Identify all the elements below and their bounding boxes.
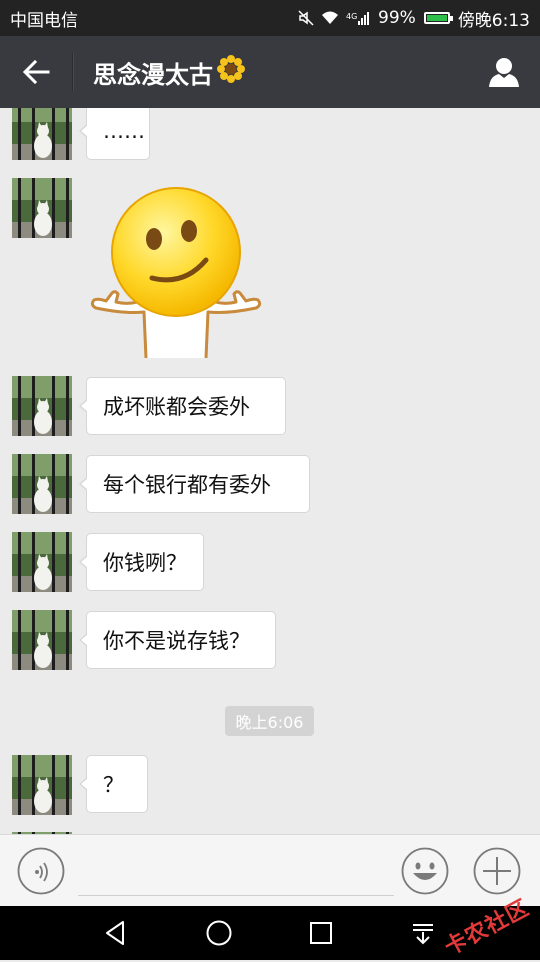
status-indicators: 4G 99% 傍晚6:13 — [298, 6, 530, 31]
pull-down-icon — [413, 924, 433, 945]
message-text: 你钱咧？ — [103, 551, 187, 575]
circle-home-icon — [206, 920, 232, 946]
contact-name: 思念漫太古 — [93, 60, 213, 89]
contact-avatar[interactable] — [12, 610, 72, 670]
message-bubble[interactable]: 成坏账都会委外 — [79, 377, 286, 435]
battery-icon — [423, 12, 453, 24]
message-text: 每个银行都有委外 — [103, 473, 271, 497]
sunflower-icon — [217, 55, 245, 89]
status-time: 傍晚6:13 — [457, 10, 530, 31]
mute-icon — [298, 10, 314, 26]
chat-area[interactable]: …… 成坏账都会委外 每个银行都有委外 你钱咧？ 你不是说存钱？ 晚上6:06 … — [0, 108, 540, 834]
message-text: 成坏账都会委外 — [103, 395, 250, 419]
input-bar — [0, 834, 540, 906]
contact-avatar[interactable] — [12, 532, 72, 592]
wifi-icon — [320, 10, 340, 26]
message-text: 你不是说存钱？ — [103, 629, 250, 653]
battery-percent: 99% — [378, 8, 416, 28]
header-divider — [72, 53, 73, 91]
person-icon — [489, 58, 519, 87]
signal-icon: 4G — [346, 10, 372, 26]
contact-avatar[interactable] — [12, 454, 72, 514]
page-title: 思念漫太古 — [93, 55, 245, 90]
contact-avatar[interactable] — [12, 755, 72, 815]
plus-icon — [473, 847, 521, 895]
message-input[interactable] — [78, 849, 394, 896]
more-button[interactable] — [473, 847, 521, 895]
nav-back-button[interactable] — [98, 915, 134, 951]
arrow-left-icon — [22, 59, 50, 85]
message-bubble[interactable]: …… — [79, 108, 150, 160]
profile-button[interactable] — [484, 52, 524, 92]
contact-avatar[interactable] — [12, 376, 72, 436]
nav-pulldown-button[interactable] — [405, 915, 441, 951]
triangle-back-icon — [106, 921, 124, 945]
message-bubble[interactable]: 你不是说存钱？ — [79, 611, 276, 669]
voice-button[interactable] — [17, 847, 65, 895]
message-bubble[interactable]: 每个银行都有委外 — [79, 455, 310, 513]
message-bubble[interactable]: 你钱咧？ — [79, 533, 204, 591]
message-bubble[interactable]: ？ — [79, 755, 148, 813]
contact-avatar[interactable] — [12, 178, 72, 238]
smiley-icon — [401, 847, 449, 895]
back-button[interactable] — [0, 36, 72, 108]
status-bar: 中国电信 4G 99% 傍晚6:13 — [0, 0, 540, 36]
timestamp-badge: 晚上6:06 — [225, 706, 314, 736]
carrier-label: 中国电信 — [10, 10, 78, 31]
nav-recent-button[interactable] — [303, 915, 339, 951]
chat-header: 思念漫太古 — [0, 36, 540, 108]
emoji-button[interactable] — [401, 847, 449, 895]
nav-home-button[interactable] — [201, 915, 237, 951]
message-text: ？ — [103, 773, 124, 797]
contact-avatar[interactable] — [12, 108, 72, 160]
message-text: …… — [103, 119, 145, 143]
network-type: 4G — [346, 12, 357, 21]
square-recent-icon — [310, 922, 332, 944]
voice-icon — [17, 847, 65, 895]
smiley-sticker[interactable] — [88, 186, 264, 359]
